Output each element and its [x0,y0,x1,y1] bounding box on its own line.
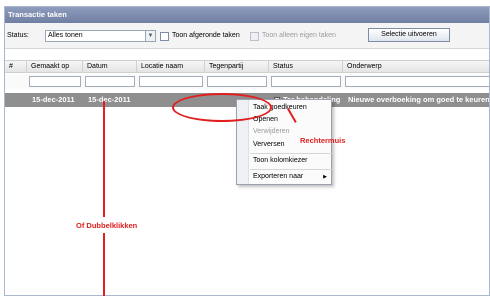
filter-toolbar: Status: Alles tonen ▼ Toon afgeronde tak… [5,23,489,49]
filter-input-status[interactable] [271,76,341,87]
column-header-status[interactable]: Status [269,61,343,73]
run-selection-button[interactable]: Selectie uitvoeren [368,28,450,42]
annotation-line-upper [103,101,105,217]
menu-separator [250,153,332,154]
chevron-down-icon[interactable]: ▼ [145,31,155,41]
cell-date: 15-dec-2011 [88,95,131,104]
filter-input-made-on[interactable] [29,76,81,87]
column-header-number[interactable]: # [5,61,27,73]
filter-input-counterparty[interactable] [207,76,267,87]
menu-item-column-chooser[interactable]: Toon kolomkiezer [250,155,332,167]
menu-separator [250,169,332,170]
show-own-checkbox[interactable] [250,32,259,41]
grid-header: # Gemaakt op Datum Locatie naam Tegenpar… [5,60,489,73]
submenu-arrow-icon: ▶ [323,174,327,180]
highlight-ellipse [172,93,272,122]
filter-input-subject[interactable] [345,76,489,87]
menu-item-export-label: Exporteren naar [253,173,304,180]
column-header-date[interactable]: Datum [83,61,137,73]
status-label: Status: [7,32,29,39]
grid-filter-row [5,74,489,89]
grid-spacer [5,50,489,60]
status-select-value: Alles tonen [48,32,83,39]
filter-input-date[interactable] [85,76,135,87]
column-header-location[interactable]: Locatie naam [137,61,205,73]
filter-input-location[interactable] [139,76,203,87]
column-header-subject[interactable]: Onderwerp [343,61,489,73]
annotation-right-click: Rechtermuis [300,136,346,145]
cell-subject: Nieuwe overboeking om goed te keuren. [348,95,490,104]
cell-made-on: 15-dec-2011 [32,95,75,104]
column-header-counterparty[interactable]: Tegenpartij [205,61,269,73]
annotation-line-lower [103,233,105,296]
status-select[interactable]: Alles tonen ▼ [45,30,156,42]
column-header-made-on[interactable]: Gemaakt op [27,61,83,73]
show-own-label: Toon alleen eigen taken [262,32,336,39]
annotation-double-click: Of Dubbelklikken [76,221,138,230]
show-completed-label: Toon afgeronde taken [172,32,240,39]
panel-title: Transactie taken [5,7,489,23]
menu-item-export-to[interactable]: Exporteren naar ▶ [250,171,332,183]
show-completed-checkbox[interactable] [160,32,169,41]
